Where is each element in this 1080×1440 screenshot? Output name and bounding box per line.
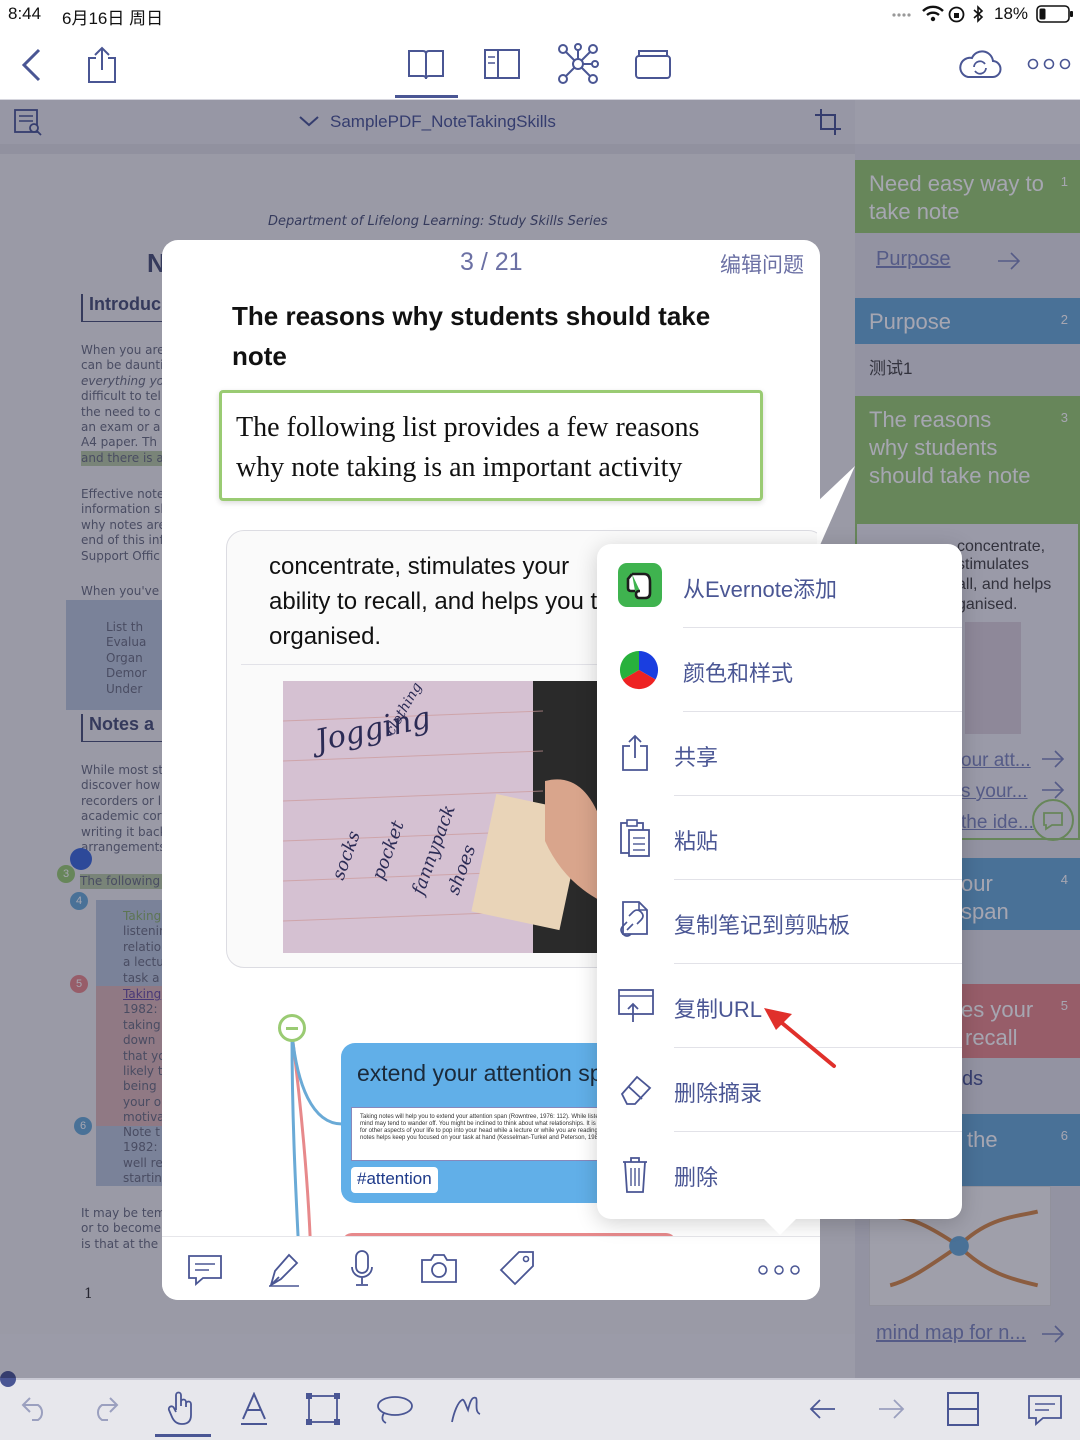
- menu-item-color-style[interactable]: 颜色和样式: [597, 628, 962, 712]
- tab-active-indicator: [395, 95, 458, 98]
- menu-item-evernote[interactable]: 从Evernote添加: [597, 544, 962, 628]
- book-view-icon[interactable]: [406, 46, 446, 82]
- layout-toggle-icon[interactable]: [946, 1391, 980, 1427]
- popup-header: 3 / 21 编辑问题: [162, 240, 820, 284]
- more-icon[interactable]: [1027, 58, 1071, 70]
- share-icon[interactable]: [86, 46, 118, 84]
- lasso-icon[interactable]: [374, 1394, 414, 1426]
- menu-label: 复制笔记到剪贴板: [674, 913, 851, 938]
- tag-chip[interactable]: #attention: [351, 1167, 438, 1193]
- status-date: 6月16日 周日: [62, 9, 164, 28]
- menu-pointer: [762, 1217, 798, 1235]
- text-tool-icon[interactable]: [240, 1392, 268, 1426]
- wifi-icon: [922, 5, 944, 22]
- split-view-icon[interactable]: [483, 48, 521, 80]
- back-icon[interactable]: [20, 48, 42, 82]
- menu-label: 颜色和样式: [683, 661, 794, 686]
- menu-item-copy-note[interactable]: 复制笔记到剪贴板: [597, 880, 962, 964]
- color-wheel-icon: [619, 650, 659, 690]
- hand-tool-icon[interactable]: [166, 1390, 198, 1426]
- share-icon: [621, 734, 649, 772]
- arrow-right-icon[interactable]: [878, 1398, 906, 1420]
- active-tool-indicator: [155, 1434, 211, 1437]
- mindmap-node[interactable]: extend your attention sp Taking notes wi…: [341, 1043, 641, 1203]
- menu-label: 复制URL: [674, 997, 763, 1022]
- undo-icon[interactable]: [20, 1394, 50, 1422]
- menu-label: 粘贴: [674, 829, 719, 854]
- pen-icon[interactable]: [267, 1251, 301, 1287]
- redo-icon[interactable]: [90, 1394, 120, 1422]
- arrow-left-icon[interactable]: [808, 1398, 836, 1420]
- popup-pointer: [817, 466, 855, 552]
- battery-icon: [1036, 5, 1074, 23]
- answer-box[interactable]: The following list provides a few reason…: [219, 390, 763, 501]
- microphone-icon[interactable]: [350, 1249, 374, 1287]
- eraser-icon[interactable]: [448, 1392, 484, 1426]
- excerpt-photo: Jogging clothing socks pocket fannypack …: [283, 681, 603, 953]
- more-options-icon[interactable]: [758, 1264, 800, 1276]
- rectangle-select-icon[interactable]: [305, 1392, 341, 1426]
- edit-question-button[interactable]: 编辑问题: [720, 249, 804, 279]
- cloud-sync-icon[interactable]: [956, 48, 1002, 80]
- bluetooth-icon: [972, 5, 984, 23]
- menu-item-paste[interactable]: 粘贴: [597, 796, 962, 880]
- menu-item-delete[interactable]: 删除: [597, 1132, 962, 1216]
- top-toolbar: [0, 28, 1080, 100]
- menu-label: 共享: [674, 745, 719, 770]
- eraser-icon: [619, 1074, 653, 1106]
- comment-panel-icon[interactable]: [1027, 1394, 1063, 1426]
- menu-item-share[interactable]: 共享: [597, 712, 962, 796]
- bottom-toolbar: [0, 1371, 1080, 1440]
- lock-rotation-icon: [948, 6, 965, 23]
- cards-view-icon[interactable]: [634, 48, 672, 80]
- annotation-arrow: [764, 1008, 836, 1068]
- paste-icon: [619, 818, 651, 858]
- evernote-icon: [617, 562, 663, 608]
- page-counter: 3 / 21: [460, 248, 523, 276]
- question-title: The reasons why students should take not…: [232, 301, 711, 371]
- menu-label: 删除摘录: [674, 1081, 763, 1106]
- excerpt-text: concentrate, stimulates your ability to r…: [269, 553, 598, 650]
- trash-icon: [621, 1156, 649, 1194]
- signal-icon: [892, 10, 914, 18]
- copy-note-icon: [617, 900, 653, 942]
- collapse-node-button[interactable]: [278, 1014, 306, 1042]
- node-title: extend your attention sp: [357, 1060, 603, 1086]
- context-menu: 从Evernote添加 颜色和样式 共享 粘贴 复制笔记到剪贴板 复制URL 删…: [597, 544, 962, 1219]
- battery-percent: 18%: [994, 4, 1029, 23]
- tag-icon[interactable]: [499, 1250, 535, 1286]
- mindmap-icon[interactable]: [557, 43, 599, 85]
- menu-label: 删除: [674, 1165, 719, 1190]
- text-note-icon[interactable]: [187, 1254, 223, 1286]
- menu-label: 从Evernote添加: [683, 577, 838, 602]
- status-time: 8:44: [8, 4, 42, 23]
- camera-icon[interactable]: [420, 1252, 458, 1284]
- status-bar: 8:44 6月16日 周日 18%: [0, 0, 1080, 28]
- copy-url-icon: [617, 988, 655, 1024]
- popup-toolbar: [162, 1236, 820, 1300]
